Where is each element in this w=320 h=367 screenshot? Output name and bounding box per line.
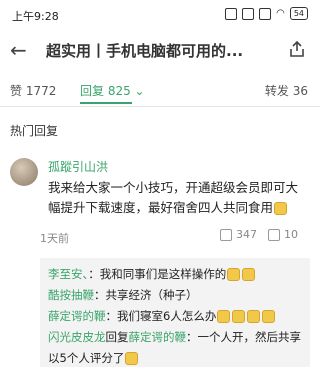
status-time: 上午9:28 bbox=[12, 10, 59, 23]
status-bar: 上午9:28 ◠ 54 bbox=[0, 0, 320, 30]
mute-icon bbox=[242, 7, 255, 20]
reply-item: 酷按抽鞭：共享经济（种子） bbox=[48, 285, 302, 306]
emoji-icon bbox=[247, 310, 261, 323]
active-tab-indicator bbox=[80, 102, 132, 104]
comment-meta: 1天前 347 10 bbox=[0, 228, 320, 246]
thumbs-up-icon bbox=[220, 228, 232, 241]
reply-item: 李至安、：我和同事们是这样操作的 bbox=[48, 264, 302, 285]
alarm-icon bbox=[225, 7, 238, 20]
signal-icon bbox=[259, 7, 272, 20]
wifi-icon: ◠ bbox=[276, 8, 285, 19]
avatar[interactable] bbox=[10, 158, 38, 186]
comment-username[interactable]: 孤蹤引山洪 bbox=[48, 158, 108, 175]
emoji-icon bbox=[242, 268, 256, 281]
comment-time: 1天前 bbox=[40, 232, 69, 245]
reply-item: 以5个人评分了 bbox=[48, 348, 302, 367]
reply-button[interactable]: 10 bbox=[268, 228, 298, 241]
emoji-icon bbox=[217, 310, 231, 323]
emoji-icon bbox=[262, 310, 276, 323]
divider bbox=[0, 106, 320, 107]
emoji-icon bbox=[227, 268, 241, 281]
section-title: 热门回复 bbox=[10, 124, 59, 138]
like-button[interactable]: 347 bbox=[220, 228, 257, 241]
replies-box[interactable]: 李至安、：我和同事们是这样操作的 酷按抽鞭：共享经济（种子） 薛定谔的鞭：我们寝… bbox=[40, 258, 310, 367]
battery-icon: 54 bbox=[289, 7, 308, 20]
tab-likes[interactable]: 赞 1772 bbox=[10, 82, 56, 99]
reply-text: ：我们寝室6人怎么办 bbox=[105, 309, 217, 323]
reply-mid: 回复 bbox=[105, 330, 129, 344]
top-bar: ← 超实用丨手机电脑都可用的... bbox=[0, 30, 320, 72]
tab-reposts[interactable]: 转发 36 bbox=[265, 82, 308, 99]
stats-tabs: 赞 1772 回复 825 ⌄ 转发 36 bbox=[0, 74, 320, 106]
status-icons: ◠ 54 bbox=[225, 7, 308, 20]
emoji-icon bbox=[232, 310, 246, 323]
reply-user[interactable]: 闪光皮皮龙 bbox=[48, 330, 106, 344]
reply-text: ：共享经济（种子） bbox=[94, 288, 198, 302]
back-arrow-icon[interactable]: ← bbox=[10, 38, 27, 62]
reply-text: ：我和同事们是这样操作的 bbox=[88, 267, 227, 281]
comment-icon bbox=[268, 228, 280, 241]
reply-user[interactable]: 薛定谔的鞭 bbox=[48, 309, 106, 323]
reply-text: 以5个人评分了 bbox=[48, 351, 125, 365]
reply-text: ：一个人开，然后共享 bbox=[186, 330, 301, 344]
tab-replies[interactable]: 回复 825 ⌄ bbox=[80, 82, 145, 99]
reply-user[interactable]: 酷按抽鞭 bbox=[48, 288, 94, 302]
reply-user[interactable]: 李至安、 bbox=[48, 267, 88, 281]
reply-item: 薛定谔的鞭：我们寝室6人怎么办 bbox=[48, 306, 302, 327]
reply-count: 10 bbox=[284, 228, 298, 241]
reply-target-user[interactable]: 薛定谔的鞭 bbox=[129, 330, 187, 344]
emoji-icon bbox=[125, 352, 139, 365]
comment-body: 我来给大家一个小技巧，开通超级会员即可大幅提升下载速度，最好宿舍四人共同食用 bbox=[48, 178, 310, 218]
reply-item: 闪光皮皮龙回复薛定谔的鞭：一个人开，然后共享 bbox=[48, 327, 302, 348]
share-icon[interactable] bbox=[288, 40, 306, 58]
comment-text: 我来给大家一个小技巧，开通超级会员即可大幅提升下载速度，最好宿舍四人共同食用 bbox=[48, 180, 299, 215]
emoji-icon bbox=[274, 202, 288, 215]
like-count: 347 bbox=[236, 228, 257, 241]
page-title: 超实用丨手机电脑都可用的... bbox=[46, 42, 244, 60]
